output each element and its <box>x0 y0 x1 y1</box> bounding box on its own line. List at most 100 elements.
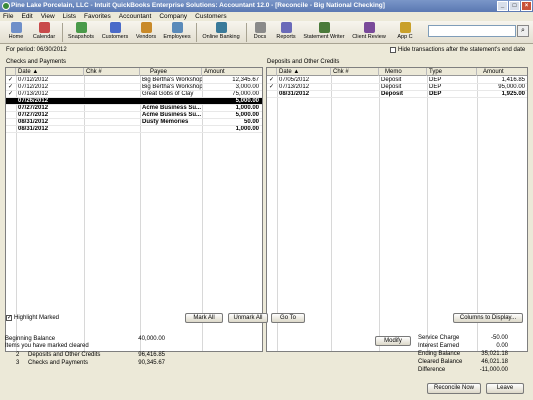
toolbar-label: Reports <box>276 34 296 40</box>
icon-toolbar: Home Calendar Snapshots Customers Vendor… <box>0 21 533 44</box>
modify-button[interactable]: Modify <box>375 336 411 346</box>
beginning-balance-label: Beginning Balance <box>5 336 56 342</box>
toolbar-client-review-button[interactable]: Client Review <box>348 22 390 43</box>
grid-line <box>331 76 332 351</box>
toolbar-reports-button[interactable]: Reports <box>272 22 300 43</box>
menu-lists[interactable]: Lists <box>63 12 76 21</box>
menu-file[interactable]: File <box>3 12 13 21</box>
row-memo: Deposit <box>381 77 402 83</box>
checks-payments-grid[interactable]: Date ▲ Chk # Payee Amount ✓ 07/12/2012 Big… <box>5 67 263 352</box>
table-row[interactable]: ✓ 07/12/2012 Big Bertha's Workshop 3,000.00 <box>6 84 262 91</box>
table-row[interactable]: ✓ 07/13/2012 Great Gobs of Clay 75,000.00 <box>6 91 262 98</box>
go-to-button[interactable]: Go To <box>271 313 305 323</box>
toolbar-snapshots-button[interactable]: Snapshots <box>64 22 98 43</box>
statement-writer-icon <box>318 22 330 33</box>
toolbar-customers-button[interactable]: Customers <box>98 22 132 43</box>
menu-view[interactable]: View <box>41 12 55 21</box>
table-row[interactable]: 07/27/2012 Acme Business Su... 1,000.00 <box>6 105 262 112</box>
col-memo[interactable]: Memo <box>379 68 427 76</box>
mark-all-button[interactable]: Mark All <box>185 313 223 323</box>
interest-earned-value: 0.00 <box>496 343 508 349</box>
table-row[interactable]: 07/26/2012 5,000.00 <box>6 98 262 105</box>
toolbar-app-center-button[interactable]: App C <box>392 22 418 43</box>
table-row[interactable]: 08/31/2012 1,000.00 <box>6 126 262 133</box>
table-row[interactable]: 08/31/2012 Dusty Memories 50.00 <box>6 119 262 126</box>
statement-period: For period: 06/30/2012 <box>6 47 67 53</box>
toolbar-label: Statement Writer <box>303 34 345 40</box>
col-type[interactable]: Type <box>427 68 477 76</box>
table-row[interactable]: 07/27/2012 Acme Business Su... 5,000.00 <box>6 112 262 119</box>
toolbar-online-banking-button[interactable]: Online Banking <box>198 22 244 43</box>
checks-count: 3 <box>16 360 20 366</box>
toolbar-docs-button[interactable]: Docs <box>250 22 270 43</box>
table-row[interactable]: ✓ 07/05/2012 Deposit DEP 1,416.85 <box>267 77 527 84</box>
col-check[interactable] <box>267 68 277 76</box>
difference-label: Difference <box>418 367 446 373</box>
reconcile-now-button[interactable]: Reconcile Now <box>427 383 481 394</box>
menu-customers[interactable]: Customers <box>195 12 226 21</box>
toolbar-home-button[interactable]: Home <box>4 22 28 43</box>
deposits-credits-grid[interactable]: Date ▲ Chk # Memo Type Amount ✓ 07/05/201… <box>266 67 528 352</box>
col-payee[interactable]: Payee <box>140 68 202 76</box>
toolbar-separator <box>62 23 63 42</box>
restore-button[interactable]: □ <box>509 1 520 11</box>
columns-to-display-button[interactable]: Columns to Display... <box>453 313 523 323</box>
row-amount: 5,000.00 <box>235 112 259 118</box>
menu-favorites[interactable]: Favorites <box>84 12 111 21</box>
checks-grid-header: Date ▲ Chk # Payee Amount <box>6 68 262 76</box>
row-type: DEP <box>429 84 442 90</box>
menu-bar: File Edit View Lists Favorites Accountan… <box>0 12 533 21</box>
toolbar-statement-writer-button[interactable]: Statement Writer <box>300 22 348 43</box>
table-row[interactable]: 08/31/2012 Deposit DEP 1,925.00 <box>267 91 527 98</box>
hide-transactions-option[interactable]: Hide transactions after the statement's … <box>390 47 525 53</box>
grid-line <box>277 76 278 351</box>
row-chk-num <box>333 84 377 91</box>
row-amount: 5,000.00 <box>235 98 259 104</box>
col-chk-num[interactable]: Chk # <box>84 68 140 76</box>
row-memo: Deposit <box>381 91 404 97</box>
row-chk-num <box>86 112 138 119</box>
col-amount[interactable]: Amount <box>202 68 262 76</box>
close-button[interactable]: × <box>521 1 532 11</box>
deposits-count: 2 <box>16 352 20 358</box>
row-chk-num <box>86 98 138 105</box>
col-date[interactable]: Date ▲ <box>277 68 331 76</box>
ending-balance-label: Ending Balance <box>418 351 461 357</box>
row-amount: 95,000.00 <box>498 84 525 90</box>
deposits-grid-header: Date ▲ Chk # Memo Type Amount <box>267 68 527 76</box>
table-row[interactable]: ✓ 07/13/2012 Deposit DEP 95,000.00 <box>267 84 527 91</box>
hide-transactions-checkbox[interactable] <box>390 47 396 53</box>
toolbar-employees-button[interactable]: Employees <box>160 22 194 43</box>
grid-line <box>427 76 428 351</box>
row-payee: Great Gobs of Clay <box>142 91 194 97</box>
toolbar-separator <box>246 23 247 42</box>
reports-icon <box>280 22 292 33</box>
row-chk-num <box>86 126 138 133</box>
toolbar-vendors-button[interactable]: Vendors <box>132 22 160 43</box>
search-input[interactable] <box>428 25 516 37</box>
highlight-marked-checkbox[interactable]: ✓ <box>6 315 12 321</box>
row-date: 07/05/2012 <box>279 77 310 83</box>
highlight-marked-option[interactable]: ✓ Highlight Marked <box>6 315 59 321</box>
row-chk-num <box>333 91 377 98</box>
col-chk-num[interactable]: Chk # <box>331 68 379 76</box>
col-amount[interactable]: Amount <box>477 68 527 76</box>
leave-button[interactable]: Leave <box>486 383 524 394</box>
online-banking-icon <box>215 22 227 33</box>
row-chk-num <box>86 105 138 112</box>
menu-edit[interactable]: Edit <box>21 12 32 21</box>
docs-icon <box>254 22 266 33</box>
table-row[interactable]: ✓ 07/12/2012 Big Bertha's Workshop 12,345.6… <box>6 77 262 84</box>
row-amount: 1,000.00 <box>235 105 259 111</box>
deposits-cleared-label: Deposits and Other Credits <box>28 352 101 358</box>
toolbar-calendar-button[interactable]: Calendar <box>28 22 60 43</box>
menu-accountant[interactable]: Accountant <box>119 12 152 21</box>
col-check[interactable] <box>6 68 16 76</box>
search-button[interactable]: ⌕ <box>517 25 529 37</box>
minimize-button[interactable]: _ <box>497 1 508 11</box>
row-chk-num <box>333 77 377 84</box>
toolbar-label: Customers <box>101 34 129 40</box>
unmark-all-button[interactable]: Unmark All <box>228 313 268 323</box>
menu-company[interactable]: Company <box>159 12 187 21</box>
col-date[interactable]: Date ▲ <box>16 68 84 76</box>
